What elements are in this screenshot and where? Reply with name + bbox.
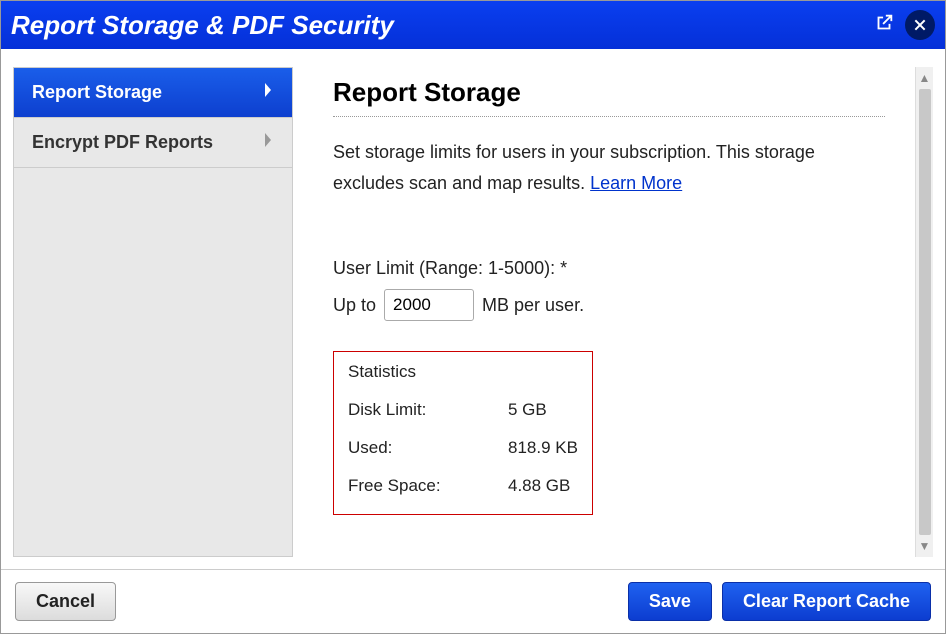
scroll-thumb[interactable] — [919, 89, 931, 535]
close-button[interactable] — [905, 10, 935, 40]
user-limit-input-row: Up to MB per user. — [333, 289, 885, 321]
sidebar-item-label: Report Storage — [32, 82, 162, 103]
chevron-right-icon — [262, 82, 274, 103]
sidebar-item-encrypt-pdf[interactable]: Encrypt PDF Reports — [14, 118, 292, 168]
stats-row-free-space: Free Space: 4.88 GB — [348, 476, 578, 496]
scroll-down-arrow-icon[interactable]: ▼ — [919, 539, 931, 553]
sidebar-item-report-storage[interactable]: Report Storage — [14, 68, 292, 118]
chevron-right-icon — [262, 132, 274, 153]
mb-per-user-label: MB per user. — [482, 295, 584, 316]
description-text: Set storage limits for users in your sub… — [333, 137, 885, 198]
stats-row-used: Used: 818.9 KB — [348, 438, 578, 458]
statistics-title: Statistics — [348, 362, 578, 382]
sidebar: Report Storage Encrypt PDF Reports — [13, 67, 293, 557]
save-button[interactable]: Save — [628, 582, 712, 621]
titlebar: Report Storage & PDF Security — [1, 1, 945, 49]
scroll-up-arrow-icon[interactable]: ▲ — [919, 71, 931, 85]
stats-value: 5 GB — [508, 400, 547, 420]
clear-report-cache-button[interactable]: Clear Report Cache — [722, 582, 931, 621]
titlebar-icons — [873, 10, 935, 40]
description-body: Set storage limits for users in your sub… — [333, 142, 815, 193]
heading-divider — [333, 116, 885, 117]
stats-label: Free Space: — [348, 476, 508, 496]
vertical-scrollbar[interactable]: ▲ ▼ — [915, 67, 933, 557]
popout-icon[interactable] — [873, 12, 895, 39]
statistics-box: Statistics Disk Limit: 5 GB Used: 818.9 … — [333, 351, 593, 515]
up-to-label: Up to — [333, 295, 376, 316]
footer-right-buttons: Save Clear Report Cache — [628, 582, 931, 621]
window-title: Report Storage & PDF Security — [11, 10, 394, 41]
learn-more-link[interactable]: Learn More — [590, 173, 682, 193]
dialog-body: Report Storage Encrypt PDF Reports Repor… — [1, 49, 945, 569]
stats-label: Used: — [348, 438, 508, 458]
cancel-button[interactable]: Cancel — [15, 582, 116, 621]
stats-row-disk-limit: Disk Limit: 5 GB — [348, 400, 578, 420]
user-limit-input[interactable] — [384, 289, 474, 321]
dialog-footer: Cancel Save Clear Report Cache — [1, 569, 945, 633]
page-heading: Report Storage — [333, 77, 885, 108]
dialog-window: Report Storage & PDF Security Report Sto… — [0, 0, 946, 634]
user-limit-label: User Limit (Range: 1-5000): * — [333, 258, 885, 279]
sidebar-item-label: Encrypt PDF Reports — [32, 132, 213, 153]
stats-value: 4.88 GB — [508, 476, 570, 496]
content-wrap: Report Storage Set storage limits for us… — [293, 67, 933, 557]
main-content: Report Storage Set storage limits for us… — [293, 67, 915, 557]
stats-label: Disk Limit: — [348, 400, 508, 420]
stats-value: 818.9 KB — [508, 438, 578, 458]
